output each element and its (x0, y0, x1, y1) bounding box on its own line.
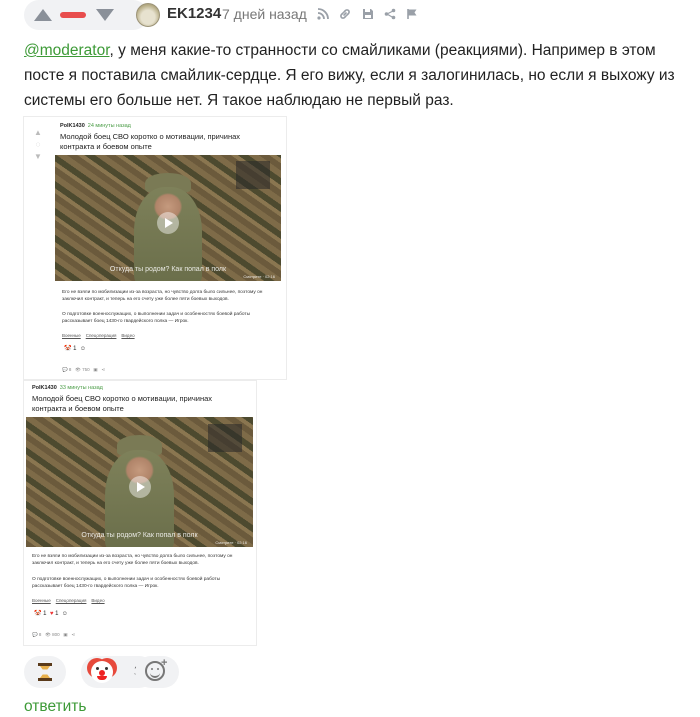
mini-footer: 💬 8 👁 750 ▣ ⋖ (62, 367, 106, 372)
mention-link[interactable]: @moderator (24, 42, 110, 59)
add-reaction-button[interactable]: + (135, 656, 179, 688)
mini-paragraph-2: О подготовке военнослужащих, о выполнени… (32, 577, 221, 589)
reply-link[interactable]: ответить (24, 698, 86, 716)
comment-body: , у меня какие-то странности со смайлика… (24, 42, 675, 109)
mini-post-title: Молодой боец СВО коротко о мотивации, пр… (60, 132, 241, 151)
mini-vote-icons: ▲ ◌ ▼ (34, 128, 42, 161)
video-subtitle: Откуда ты родом? Как попал в полк (109, 266, 227, 273)
mini-reaction: 🤡 1 ☺ (64, 346, 86, 352)
clown-icon (91, 661, 113, 683)
comment-header: EK1234 7 дней назад (24, 0, 700, 30)
video-meta: Смотрите · 02:16 (243, 274, 275, 279)
reaction-hourglass-button[interactable] (24, 656, 66, 688)
mini-post-title: Молодой боец СВО коротко о мотивации, пр… (32, 394, 213, 413)
video-logo (235, 161, 270, 190)
comment-time[interactable]: 7 дней назад (222, 6, 307, 22)
mini-tags: Военные Спецоперация Видео (32, 598, 105, 603)
rss-icon[interactable] (316, 7, 330, 21)
mini-footer: 💬 8 👁 800 ▣ ⋖ (32, 632, 76, 637)
mini-paragraph-1: Его не взяли по мобилизации из-за возрас… (32, 554, 233, 566)
plus-icon: + (161, 657, 168, 669)
vote-box (24, 0, 148, 30)
mini-video: Откуда ты родом? Как попал в полк Смотри… (55, 155, 281, 281)
play-icon (157, 212, 179, 235)
link-icon[interactable] (338, 7, 352, 21)
mini-paragraph-2: О подготовке военнослужащих, о выполнени… (62, 312, 251, 324)
play-icon (128, 476, 151, 499)
mini-tags: Военные Спецоперация Видео (62, 333, 135, 338)
downvote-icon[interactable] (96, 9, 114, 21)
mini-reactions: 🤡 1 ♥ 1 ☺ (34, 611, 68, 617)
video-meta: Смотрите · 02:16 (215, 540, 247, 545)
attached-screenshot-2[interactable]: PolK1430 33 минуты назад Молодой боец СВО… (24, 381, 256, 645)
attached-screenshot-1[interactable]: ▲ ◌ ▼ PolK1430 24 минуты назад Молодой боец… (24, 117, 286, 379)
mini-paragraph-1: Его не взяли по мобилизации из-за возрас… (62, 290, 263, 302)
flag-icon[interactable] (405, 7, 419, 21)
avatar[interactable] (136, 3, 160, 27)
video-logo (207, 423, 242, 453)
upvote-icon[interactable] (34, 9, 52, 21)
hourglass-icon (38, 663, 52, 681)
mini-video: Откуда ты родом? Как попал в полк Смотри… (26, 417, 253, 547)
video-subtitle: Откуда ты родом? Как попал в полк (81, 532, 198, 539)
save-icon[interactable] (361, 7, 375, 21)
rating-bar (60, 12, 86, 18)
author-name[interactable]: EK1234 (167, 5, 221, 22)
mini-author: PolK1430 33 минуты назад (32, 385, 103, 391)
mini-author: PolK1430 24 минуты назад (60, 123, 131, 129)
share-icon[interactable] (383, 7, 397, 21)
comment-text: @moderator, у меня какие-то странности с… (24, 38, 690, 113)
